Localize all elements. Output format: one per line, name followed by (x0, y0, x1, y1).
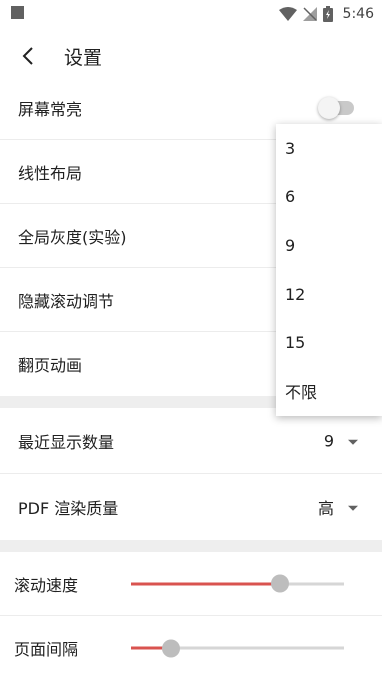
slider-fill (131, 582, 281, 585)
pdf-quality-value[interactable]: 高 (318, 495, 334, 519)
wifi-icon (278, 7, 297, 21)
setting-row-page-spacing: 页面间隔 (0, 616, 382, 680)
setting-label: 最近显示数量 (18, 432, 115, 452)
scroll-speed-slider[interactable] (131, 574, 344, 593)
battery-icon (322, 6, 333, 22)
back-button[interactable] (12, 40, 44, 72)
setting-label: 屏幕常亮 (18, 99, 83, 119)
setting-row-scroll-speed: 滚动速度 (0, 552, 382, 616)
dropdown-option[interactable]: 9 (276, 221, 382, 270)
dropdown-option[interactable]: 3 (276, 124, 382, 173)
setting-label: PDF 渲染质量 (18, 499, 119, 518)
setting-label: 滚动速度 (14, 575, 79, 595)
recent-count-dropdown-menu: 3 6 9 12 15 不限 (276, 124, 382, 416)
setting-label: 全局灰度(实验) (18, 227, 127, 247)
dropdown-option[interactable]: 6 (276, 173, 382, 222)
slider-thumb[interactable] (162, 639, 181, 657)
recent-count-value[interactable]: 9 (324, 431, 334, 450)
slider-thumb[interactable] (271, 574, 290, 593)
dropdown-option[interactable]: 12 (276, 270, 382, 319)
setting-label: 线性布局 (18, 163, 83, 183)
back-arrow-icon (22, 47, 33, 65)
notification-icon (11, 6, 24, 19)
status-bar: 5:46 (0, 0, 382, 28)
dropdown-arrow-icon[interactable] (348, 439, 358, 445)
page-spacing-slider[interactable] (131, 639, 344, 657)
no-signal-icon (302, 7, 317, 21)
setting-label: 翻页动画 (18, 356, 83, 375)
page-title: 设置 (64, 47, 103, 69)
toggle-thumb (318, 96, 340, 119)
setting-label: 隐藏滚动调节 (18, 291, 115, 311)
dropdown-option[interactable]: 不限 (276, 367, 382, 416)
setting-row-pdf-quality[interactable]: PDF 渲染质量 高 (0, 474, 382, 540)
screen-on-toggle[interactable] (318, 96, 354, 119)
section-divider (0, 540, 382, 552)
status-icons: 5:46 (278, 4, 374, 24)
dropdown-arrow-icon[interactable] (348, 505, 358, 511)
dropdown-option[interactable]: 15 (276, 318, 382, 367)
setting-label: 页面间隔 (14, 640, 79, 659)
status-time: 5:46 (342, 6, 374, 22)
setting-row-recent-count[interactable]: 最近显示数量 9 (0, 408, 382, 474)
